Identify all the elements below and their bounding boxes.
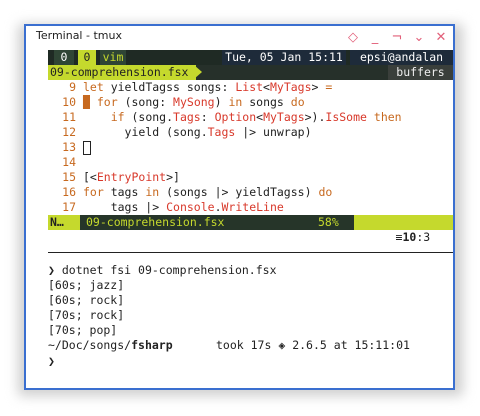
tmux-window-name[interactable]: vim [100,50,126,65]
code-line: 12 yield (song.Tags |> unwrap) [62,125,312,139]
output-line: [70s; pop] [48,323,118,337]
tmux-window-index[interactable]: 0 [78,50,96,65]
took-time: took 17s [216,338,272,352]
prompt-icon: ❯ [48,263,55,277]
status-col: :3 [416,230,431,244]
maximize-icon[interactable]: ¬ [391,30,403,45]
output-line: [60s; rock] [48,293,125,307]
ruby-version: 2.6.5 [292,338,327,352]
title-bar[interactable]: Terminal - tmux ◇ _ ¬ ⌄ ✕ [26,26,453,48]
code-line: 9 let yieldTagss songs: List<MyTags> = [69,80,333,94]
status-percent: 58% [318,215,339,229]
tmux-datetime: Tue, 05 Jan 15:11 [222,50,346,65]
code-line: 11 if (song.Tags: Option<MyTags>).IsSome… [62,110,402,124]
prompt-time: at 15:11:01 [333,338,410,352]
prompt-icon[interactable]: ❯ [48,354,55,369]
code-line: 13 [48,140,91,155]
pin-icon[interactable]: ◇ [347,30,359,45]
minimize-icon[interactable]: _ [369,30,381,45]
terminal-content[interactable]: 0 0 vim Tue, 05 Jan 15:11 epsi@andalan 0… [48,50,453,386]
output-line: [60s; jazz] [48,278,125,292]
terminal-window: Terminal - tmux ◇ _ ¬ ⌄ ✕ 0 0 vim Tue, 0… [24,24,455,390]
code-line: 10 ▏ for (song: MySong) in songs do [62,95,305,109]
ruby-icon: ◈ [278,338,286,352]
cwd-prefix: ~/Doc/songs/ [48,338,132,352]
status-file: 09-comprehension.fsx [86,215,225,229]
pane-divider[interactable] [48,252,453,253]
shell-prompt-info: ~/Doc/songs/fsharp [48,338,173,353]
prompt-right: took 17s ◈ 2.6.5 at 15:11:01 [216,338,410,353]
code-line: 14 [62,155,76,169]
code-line: 16 for tags in (songs |> yieldTagss) do [62,185,333,199]
tmux-session[interactable]: 0 [54,50,74,65]
shell-command-line: ❯ dotnet fsi 09-comprehension.fsx [48,263,277,278]
cursor [83,140,91,155]
shell-command: dotnet fsi 09-comprehension.fsx [61,263,277,277]
buffers-label: buffers [388,65,453,80]
tmux-user-host: epsi@andalan [350,50,453,65]
cwd-bold: fsharp [131,338,173,352]
code-line: 15 [<EntryPoint>] [62,170,180,184]
code-line: 17 tags |> Console.WriteLine [62,200,284,214]
tab-arrow [194,65,202,79]
window-title: Terminal - tmux [36,29,122,42]
shade-icon[interactable]: ⌄ [413,30,425,45]
vim-mode: N… [48,215,80,230]
window-controls: ◇ _ ¬ ⌄ ✕ [347,27,447,47]
output-line: [70s; rock] [48,308,125,322]
status-line: 10 [402,230,417,244]
buffer-tab[interactable]: 09-comprehension.fsx [48,65,196,80]
close-icon[interactable]: ✕ [435,30,447,45]
